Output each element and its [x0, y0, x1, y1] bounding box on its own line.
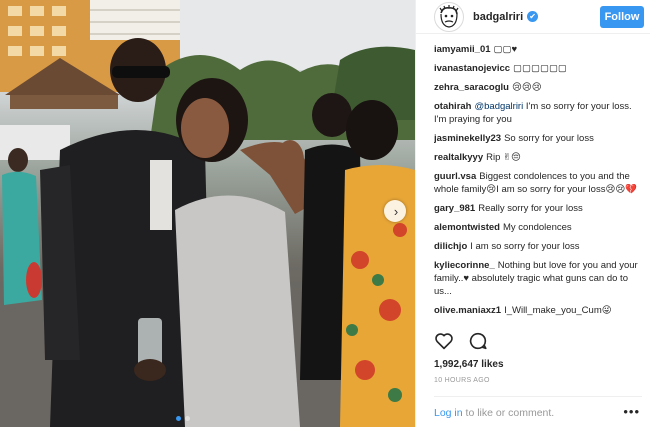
follow-button[interactable]: Follow [600, 5, 644, 28]
comment-list[interactable]: iamyamii_01 ▢▢♥ ivanastanojevicc ▢▢▢▢▢▢ ze… [434, 43, 642, 325]
post-header: badgalriri ✔ Follow [416, 0, 650, 34]
comment-bubble-icon[interactable] [468, 332, 488, 350]
login-link[interactable]: Log in [434, 407, 463, 419]
comment-text: 😢😢😢 [511, 82, 542, 93]
login-prompt-text: to like or comment. [462, 407, 555, 419]
chevron-right-icon: › [393, 203, 399, 219]
login-prompt: Log in to like or comment. [434, 407, 554, 419]
comment-mention-link[interactable]: @badgalriri [474, 101, 523, 112]
comment-text: I am so sorry for your loss [470, 241, 580, 252]
comment-username[interactable]: realtalkyyy [434, 152, 483, 163]
post-actions [434, 332, 488, 350]
comment-text: Rip ✌😔 [486, 152, 521, 163]
like-count[interactable]: 1,992,647 likes [434, 359, 504, 370]
comment-item: zehra_saracoglu 😢😢😢 [434, 81, 642, 94]
comment-text: I_Will_make_you_Cum😜 [504, 305, 612, 316]
comment-text: My condolences [503, 222, 572, 233]
avatar[interactable] [434, 1, 464, 32]
post-timestamp[interactable]: 10 HOURS AGO [434, 377, 490, 384]
post-sidebar: badgalriri ✔ Follow iamyamii_01 ▢▢♥ ivana… [415, 0, 650, 427]
comment-item: realtalkyyy Rip ✌😔 [434, 151, 642, 164]
next-photo-button[interactable]: › [384, 200, 406, 222]
comment-username[interactable]: guurl.vsa [434, 171, 476, 182]
comment-username[interactable]: gary_981 [434, 203, 475, 214]
comment-item: olive.maniaxz1 I_Will_make_you_Cum😜 [434, 304, 642, 317]
comment-username[interactable]: alemontwisted [434, 222, 500, 233]
comment-item: dilichjo I am so sorry for your loss [434, 240, 642, 253]
photo-scene [0, 0, 415, 427]
avatar-sketch-face-icon [439, 4, 459, 28]
comment-item: guurl.vsa Biggest condolences to you and … [434, 170, 642, 196]
comment-text: ▢▢♥ [493, 44, 518, 55]
comment-username[interactable]: otahirah [434, 101, 471, 112]
carousel-dot-active [176, 416, 181, 421]
post-author-username[interactable]: badgalriri [473, 11, 523, 23]
comment-item: kyliecorinne_ Nothing but love for you an… [434, 259, 642, 298]
comment-item: jasminekelly23 So sorry for your loss [434, 132, 642, 145]
carousel-dot [185, 416, 190, 421]
comment-text: Really sorry for your loss [478, 203, 583, 214]
comment-username[interactable]: iamyamii_01 [434, 44, 491, 55]
comment-username[interactable]: dilichjo [434, 241, 467, 252]
comment-item: otahirah @badgalriri I'm so sorry for you… [434, 100, 642, 126]
post-photo[interactable]: › [0, 0, 415, 427]
comment-username[interactable]: zehra_saracoglu [434, 82, 509, 93]
heart-icon[interactable] [434, 332, 454, 350]
comment-item: iamyamii_01 ▢▢♥ [434, 43, 642, 56]
more-options-icon[interactable]: ••• [623, 404, 640, 419]
comment-item: ivanastanojevicc ▢▢▢▢▢▢ [434, 62, 642, 75]
verified-badge-icon: ✔ [527, 11, 539, 22]
comment-username[interactable]: ivanastanojevicc [434, 63, 510, 74]
comment-username[interactable]: kyliecorinne_ [434, 260, 495, 271]
comment-item: alemontwisted My condolences [434, 221, 642, 234]
comment-item: gary_981 Really sorry for your loss [434, 202, 642, 215]
carousel-indicator [176, 416, 190, 421]
comment-username[interactable]: olive.maniaxz1 [434, 305, 501, 316]
divider [434, 396, 642, 397]
comment-username[interactable]: jasminekelly23 [434, 133, 501, 144]
comment-text: ▢▢▢▢▢▢ [513, 63, 567, 74]
comment-text: So sorry for your loss [504, 133, 594, 144]
